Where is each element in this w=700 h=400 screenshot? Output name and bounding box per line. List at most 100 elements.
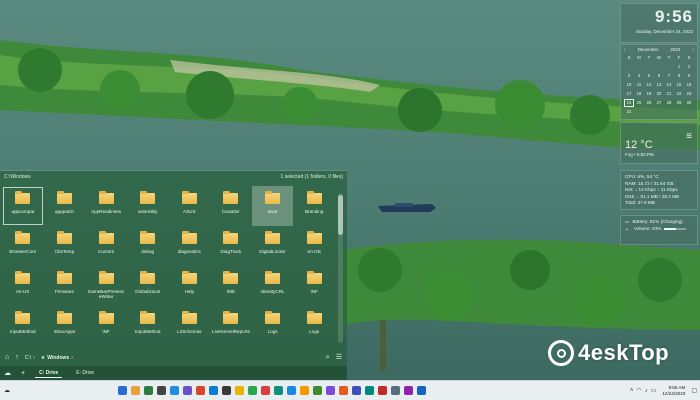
calendar-day[interactable]: 19: [644, 90, 654, 98]
taskbar-app-icon[interactable]: [222, 386, 231, 395]
folder-item[interactable]: DigitalLocker: [252, 226, 294, 266]
folder-item[interactable]: Logs: [293, 306, 335, 346]
calendar-prev-icon[interactable]: ‹: [624, 47, 626, 52]
calendar-next-icon[interactable]: ›: [692, 47, 694, 52]
calendar-day[interactable]: 22: [674, 90, 684, 98]
calendar-day[interactable]: 2: [684, 63, 694, 71]
folder-item[interactable]: L2Schemas: [169, 306, 211, 346]
folder-item[interactable]: IdentityCRL: [252, 266, 294, 306]
folder-item[interactable]: debug: [127, 226, 169, 266]
folder-item[interactable]: INF: [293, 266, 335, 306]
taskbar-app-icon[interactable]: [287, 386, 296, 395]
calendar-day[interactable]: 10: [624, 81, 634, 89]
taskbar-app-icon[interactable]: [196, 386, 205, 395]
calendar-day[interactable]: 5: [644, 72, 654, 80]
notification-icon[interactable]: ▢: [691, 387, 697, 394]
taskbar-app-icon[interactable]: [391, 386, 400, 395]
folder-item[interactable]: GameBarPresenceWriter: [85, 266, 127, 306]
folder-item[interactable]: assembly: [127, 186, 169, 226]
speaker-tray-icon[interactable]: ♪: [645, 388, 648, 394]
explorer-scrollbar-thumb[interactable]: [338, 195, 343, 235]
calendar-day[interactable]: 12: [644, 81, 654, 89]
taskbar-app-icon[interactable]: [326, 386, 335, 395]
folder-item[interactable]: ASUS: [169, 186, 211, 226]
taskbar-app-icon[interactable]: [313, 386, 322, 395]
folder-item[interactable]: Cursors: [85, 226, 127, 266]
folder-item[interactable]: Firmware: [44, 266, 86, 306]
cloud-icon[interactable]: ☁: [4, 370, 11, 377]
calendar-day[interactable]: 30: [684, 99, 694, 107]
breadcrumb-drive[interactable]: C:\ ›: [25, 355, 35, 361]
taskbar-app-icon[interactable]: [378, 386, 387, 395]
folder-item[interactable]: CbsTemp: [44, 226, 86, 266]
taskbar-app-icon[interactable]: [183, 386, 192, 395]
wifi-icon[interactable]: ◠: [636, 387, 641, 394]
folder-item[interactable]: InputMethod: [2, 306, 44, 346]
home-icon[interactable]: ⌂: [5, 354, 9, 361]
folder-item[interactable]: LiveKernelReports: [210, 306, 252, 346]
folder-item[interactable]: AppReadiness: [85, 186, 127, 226]
up-arrow-icon[interactable]: ↑: [15, 354, 19, 361]
taskbar-app-icon[interactable]: [261, 386, 270, 395]
calendar-day[interactable]: 11: [634, 81, 644, 89]
calendar-day[interactable]: 1: [674, 63, 684, 71]
volume-slider[interactable]: [664, 227, 687, 230]
calendar-day[interactable]: 6: [654, 72, 664, 80]
folder-item[interactable]: appcompat: [2, 186, 44, 226]
taskbar-app-icon[interactable]: [144, 386, 153, 395]
taskbar-app-icon[interactable]: [274, 386, 283, 395]
folder-item[interactable]: Branding: [293, 186, 335, 226]
chevron-up-icon[interactable]: ˄: [630, 388, 634, 394]
calendar-day[interactable]: 17: [624, 90, 634, 98]
folder-item[interactable]: GlobalizaUe: [127, 266, 169, 306]
drive-tab-e[interactable]: E: Drive: [72, 369, 98, 377]
taskbar-app-icon[interactable]: [209, 386, 218, 395]
folder-item[interactable]: Logs: [252, 306, 294, 346]
taskbar-app-icon[interactable]: [248, 386, 257, 395]
calendar-day[interactable]: 14: [664, 81, 674, 89]
taskbar-app-icon[interactable]: [417, 386, 426, 395]
taskbar-app-icon[interactable]: [300, 386, 309, 395]
drive-tab-c[interactable]: C: Drive: [35, 369, 63, 378]
speaker-icon[interactable]: 🔈: [625, 226, 631, 233]
folder-item[interactable]: INF: [85, 306, 127, 346]
explorer-scrollbar[interactable]: [338, 193, 343, 343]
breadcrumb-folder[interactable]: ★ Windows ›: [41, 355, 73, 361]
calendar-day[interactable]: 15: [674, 81, 684, 89]
calendar-day[interactable]: 18: [634, 90, 644, 98]
calendar-day[interactable]: 8: [674, 72, 684, 80]
taskbar-app-icon[interactable]: [339, 386, 348, 395]
calendar-day[interactable]: 25: [634, 99, 644, 107]
folder-item[interactable]: DiagTrack: [210, 226, 252, 266]
widgets-icon[interactable]: ☁: [4, 387, 10, 394]
calendar-day[interactable]: 9: [684, 72, 694, 80]
folder-item[interactable]: en-US: [2, 266, 44, 306]
taskbar-app-icon[interactable]: [352, 386, 361, 395]
calendar-day[interactable]: 26: [644, 99, 654, 107]
folder-item[interactable]: en-GB: [293, 226, 335, 266]
folder-item[interactable]: Boot: [251, 186, 294, 226]
taskbar-app-icon[interactable]: [235, 386, 244, 395]
taskbar-app-icon[interactable]: [170, 386, 179, 395]
menu-icon[interactable]: ☰: [336, 354, 342, 361]
calendar-day[interactable]: 13: [654, 81, 664, 89]
add-icon[interactable]: +: [21, 370, 25, 377]
folder-item[interactable]: Help: [169, 266, 211, 306]
folder-item[interactable]: IME: [210, 266, 252, 306]
calendar-day[interactable]: 28: [664, 99, 674, 107]
folder-item[interactable]: bcastdvr: [210, 186, 252, 226]
folder-item[interactable]: InboxApps: [44, 306, 86, 346]
calendar-day[interactable]: 27: [654, 99, 664, 107]
calendar-day[interactable]: 29: [674, 99, 684, 107]
calendar-day[interactable]: 23: [684, 90, 694, 98]
taskbar-app-icon[interactable]: [118, 386, 127, 395]
folder-item[interactable]: InputMethod: [127, 306, 169, 346]
taskbar-app-icon[interactable]: [365, 386, 374, 395]
taskbar-app-icon[interactable]: [131, 386, 140, 395]
calendar-day[interactable]: 4: [634, 72, 644, 80]
calendar-day[interactable]: 24: [624, 99, 634, 107]
calendar-day[interactable]: 21: [664, 90, 674, 98]
battery-tray-icon[interactable]: ▭: [651, 387, 657, 394]
taskbar-app-icon[interactable]: [404, 386, 413, 395]
folder-item[interactable]: diagnostics: [169, 226, 211, 266]
